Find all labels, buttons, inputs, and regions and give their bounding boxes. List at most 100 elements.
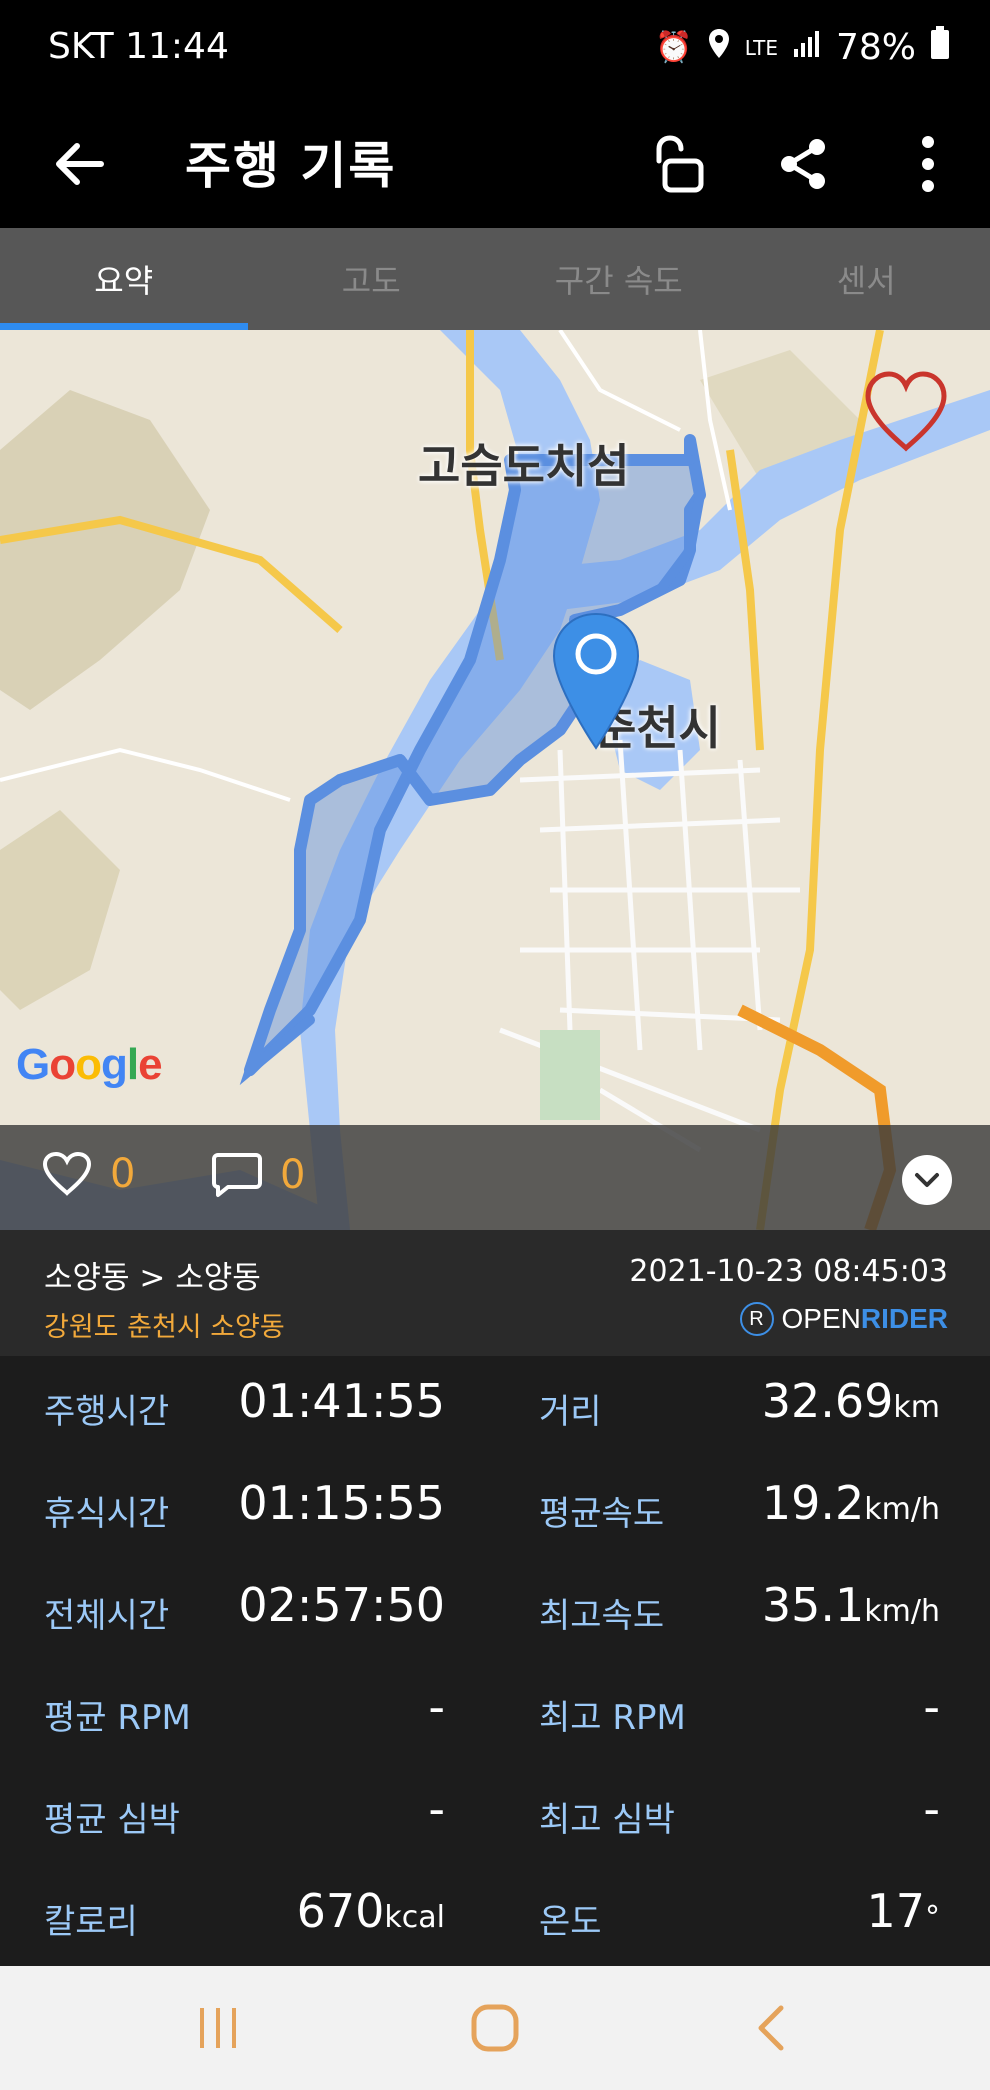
carrier: SKT [48, 26, 114, 67]
heart-outline-icon [42, 1151, 92, 1196]
favorite-heart-icon[interactable] [862, 370, 950, 454]
stat-value: 32.69km [762, 1374, 940, 1428]
like-count: 0 [110, 1151, 136, 1197]
stat-label: 최고속도 [539, 1596, 665, 1636]
stat-label: 최고 RPM [539, 1698, 686, 1738]
back-button[interactable] [40, 124, 120, 204]
ride-address: 강원도 춘천시 소양동 [44, 1312, 285, 1343]
stat-label: 온도 [539, 1902, 602, 1942]
ride-datetime: 2021-10-23 08:45:03 [629, 1254, 948, 1289]
tab-sensor[interactable]: 센서 [743, 228, 990, 330]
stat-label: 휴식시간 [44, 1494, 170, 1534]
stat-unit: ° [925, 1900, 940, 1935]
stat-label: 주행시간 [44, 1392, 170, 1432]
share-icon [781, 139, 825, 189]
arrow-left-icon [56, 143, 104, 185]
battery-icon [930, 26, 950, 69]
route-map[interactable]: 고슴도치섬 춘천시 Google [0, 330, 990, 1230]
like-button[interactable]: 0 [42, 1151, 135, 1197]
stat-label: 평균 심박 [44, 1800, 180, 1840]
openrider-logo-icon: R [739, 1302, 774, 1336]
stat-label: 평균속도 [539, 1494, 665, 1534]
stat-max-rpm: 최고 RPM - [495, 1662, 990, 1764]
stat-label: 전체시간 [44, 1596, 170, 1636]
battery-percent: 78% [835, 27, 916, 68]
stat-number: 670 [296, 1884, 385, 1938]
stat-value: - [923, 1680, 940, 1734]
tab-elevation[interactable]: 고도 [248, 228, 496, 330]
stat-value: 01:15:55 [238, 1476, 445, 1530]
stat-value: 17° [866, 1884, 940, 1938]
expand-button[interactable] [902, 1155, 952, 1205]
tab-bar: 요약 고도 구간 속도 센서 [0, 228, 990, 330]
stat-rest-time: 휴식시간 01:15:55 [0, 1458, 495, 1560]
stat-unit: km/h [864, 1492, 940, 1527]
app-bar: 주행 기록 [0, 100, 990, 228]
more-options-button[interactable] [888, 124, 968, 204]
alarm-icon: ⏰ [655, 30, 693, 65]
stat-distance: 거리 32.69km [495, 1356, 990, 1458]
stat-max-heart-rate: 최고 심박 - [495, 1764, 990, 1866]
network-type: LTE [744, 35, 778, 60]
unlock-button[interactable] [638, 124, 718, 204]
tab-summary[interactable]: 요약 [0, 228, 248, 330]
stat-avg-rpm: 평균 RPM - [0, 1662, 495, 1764]
clock: 11:44 [125, 26, 229, 67]
stat-unit: km/h [864, 1594, 940, 1629]
stat-avg-speed: 평균속도 19.2km/h [495, 1458, 990, 1560]
system-nav-bar [0, 1966, 990, 2090]
google-logo: Google [16, 1040, 163, 1089]
status-left: SKT 11:44 [48, 26, 229, 67]
stat-total-time: 전체시간 02:57:50 [0, 1560, 495, 1662]
stat-value: - [923, 1782, 940, 1836]
share-button[interactable] [763, 124, 843, 204]
stat-value: 02:57:50 [238, 1578, 445, 1632]
brand-open: OPEN [781, 1303, 861, 1334]
brand-rider: RIDER [860, 1303, 948, 1334]
stat-number: 35.1 [761, 1578, 865, 1632]
comment-count: 0 [280, 1152, 306, 1198]
home-icon [471, 2004, 519, 2052]
stat-value: 01:41:55 [238, 1374, 445, 1428]
ride-info: 소양동 > 소양동 강원도 춘천시 소양동 2021-10-23 08:45:0… [0, 1230, 990, 1356]
more-vert-icon [922, 136, 934, 192]
ride-stats: 주행시간 01:41:55 거리 32.69km 휴식시간 01:15:55 평… [0, 1356, 990, 1966]
stat-number: 19.2 [761, 1476, 865, 1530]
signal-icon [792, 27, 822, 68]
stat-number: 17 [866, 1884, 925, 1938]
start-marker-icon[interactable] [550, 612, 642, 750]
comment-button[interactable]: 0 [212, 1151, 305, 1199]
stat-label: 칼로리 [44, 1902, 138, 1942]
stat-unit: km [893, 1390, 940, 1425]
recent-apps-icon [200, 2008, 236, 2048]
route-name: 소양동 > 소양동 [44, 1260, 261, 1296]
back-nav-button[interactable] [735, 1996, 805, 2060]
stat-calories: 칼로리 670kcal [0, 1866, 495, 1968]
status-bar: SKT 11:44 ⏰ LTE 78% [0, 0, 990, 100]
stat-value: 670kcal [297, 1884, 445, 1938]
home-button[interactable] [460, 1996, 530, 2060]
comment-icon [212, 1153, 262, 1197]
page-title: 주행 기록 [185, 137, 397, 195]
location-icon [707, 28, 731, 68]
stat-label: 평균 RPM [44, 1698, 191, 1738]
stat-number: 32.69 [761, 1374, 894, 1428]
social-bar: 0 0 [0, 1125, 990, 1230]
chevron-down-icon [915, 1173, 939, 1187]
stat-value: - [428, 1782, 445, 1836]
stat-value: - [428, 1680, 445, 1734]
stat-unit: kcal [384, 1900, 445, 1935]
stat-max-speed: 최고속도 35.1km/h [495, 1560, 990, 1662]
recent-apps-button[interactable] [183, 1996, 253, 2060]
tab-segment-speed[interactable]: 구간 속도 [495, 228, 743, 330]
stat-temperature: 온도 17° [495, 1866, 990, 1968]
unlock-icon [656, 135, 704, 193]
stat-label: 최고 심박 [539, 1800, 675, 1840]
stat-ride-time: 주행시간 01:41:55 [0, 1356, 495, 1458]
back-chevron-icon [758, 2005, 784, 2051]
status-right: ⏰ LTE 78% [655, 26, 950, 69]
stat-value: 35.1km/h [762, 1578, 940, 1632]
map-label-island: 고슴도치섬 [418, 439, 630, 493]
openrider-brand: R OPENRIDER [739, 1302, 948, 1336]
stat-label: 거리 [539, 1392, 602, 1432]
